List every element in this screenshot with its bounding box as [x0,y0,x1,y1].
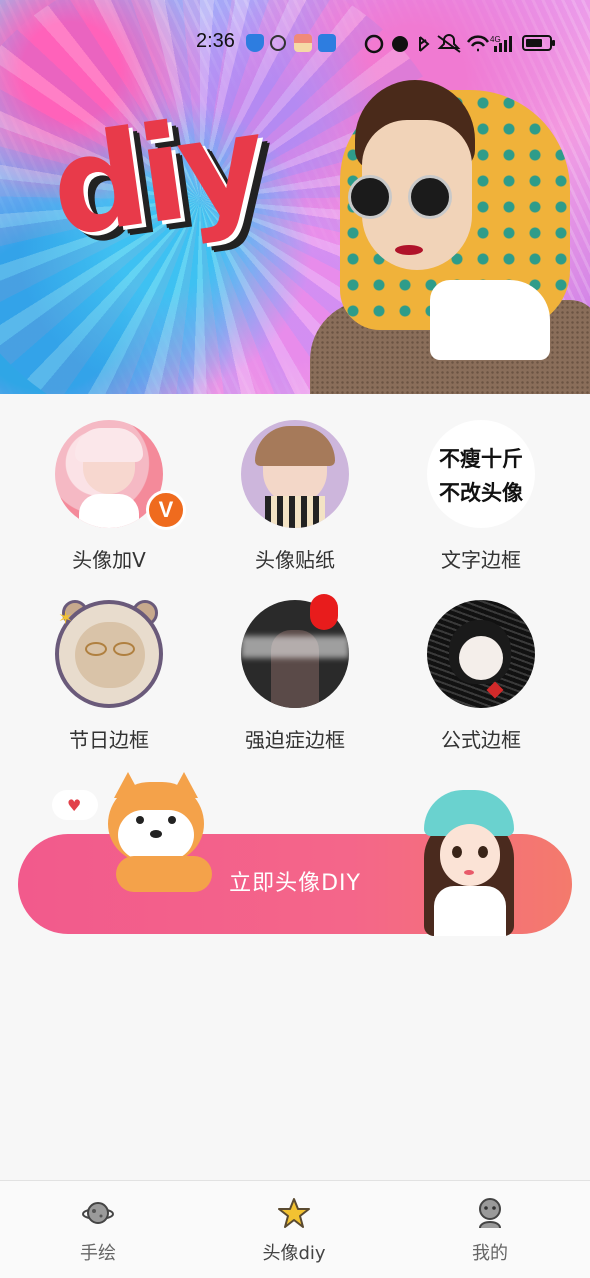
clock-icon [392,36,408,52]
banner-illustration [300,80,590,394]
sunglasses-left [348,175,392,219]
sticker-icon [241,420,349,528]
feature-avatar-v[interactable]: V 头像加V [24,394,194,572]
header-banner: diy 2:36 4G [0,0,590,394]
lips-graphic [395,245,423,255]
sunglasses-right [408,175,452,219]
nav-label: 手绘 [80,1243,116,1264]
status-bar: 2:36 4G [0,26,590,62]
nav-item-profile[interactable]: 我的 [392,1181,588,1278]
collar-graphic [430,280,550,360]
feature-label: 节日边框 [69,728,149,752]
shield-icon [246,34,264,52]
frame-text-line: 不改头像 [439,481,523,505]
heart-bubble: ♥ [52,790,98,820]
alarm-icon [364,34,384,54]
star-decoration-icon: ✶ [58,608,74,629]
feature-label: 头像加V [72,548,146,572]
network-type: 4G [490,35,501,44]
battery-icon [522,35,555,51]
profile-icon [479,1198,501,1229]
banner-title: diy [42,85,270,267]
heart-icon: ♥ [67,796,82,815]
feature-label: 强迫症边框 [245,728,345,752]
frame-text-line: 不瘦十斤 [439,447,523,471]
nav-label: 头像diy [262,1243,326,1264]
planet-icon [82,1202,114,1224]
circle-icon [270,35,286,51]
text-frame-icon: 不瘦十斤 不改头像 [427,420,535,528]
formula-frame-icon [427,600,535,708]
shiba-dog-illustration [108,772,218,892]
red-notification-dot [310,594,338,630]
wifi-icon [466,35,490,52]
bottom-navigation: 手绘 头像diy 我的 [0,1180,590,1278]
feature-label: 头像贴纸 [255,548,335,572]
feature-label: 公式边框 [441,728,521,752]
status-time: 2:36 [196,30,235,52]
feature-label: 文字边框 [441,548,521,572]
nav-label: 我的 [472,1243,508,1264]
feature-festival-frame[interactable]: ✶ 节日边框 [24,574,194,752]
verified-badge: V [146,490,186,530]
feature-sticker[interactable]: 头像贴纸 [210,394,380,572]
feature-text-frame[interactable]: 不瘦十斤 不改头像 文字边框 [396,394,566,572]
nav-item-hand-drawn[interactable]: 手绘 [0,1181,196,1278]
nav-item-avatar-diy[interactable]: 头像diy [196,1181,392,1278]
signal-icon [509,36,512,52]
feature-ocd-frame[interactable]: 强迫症边框 [210,574,380,752]
cake-icon [294,34,312,52]
sync-icon [318,34,336,52]
star-icon [278,1198,310,1228]
girl-illustration [418,790,518,936]
bluetooth-icon [419,36,430,52]
feature-formula-frame[interactable]: 公式边框 [396,574,566,752]
mute-icon [437,34,461,53]
feature-grid: V 头像加V 头像贴纸 不瘦十斤 不改头像 文字边框 ✶ 节日边框 强迫症边框 … [0,394,590,774]
